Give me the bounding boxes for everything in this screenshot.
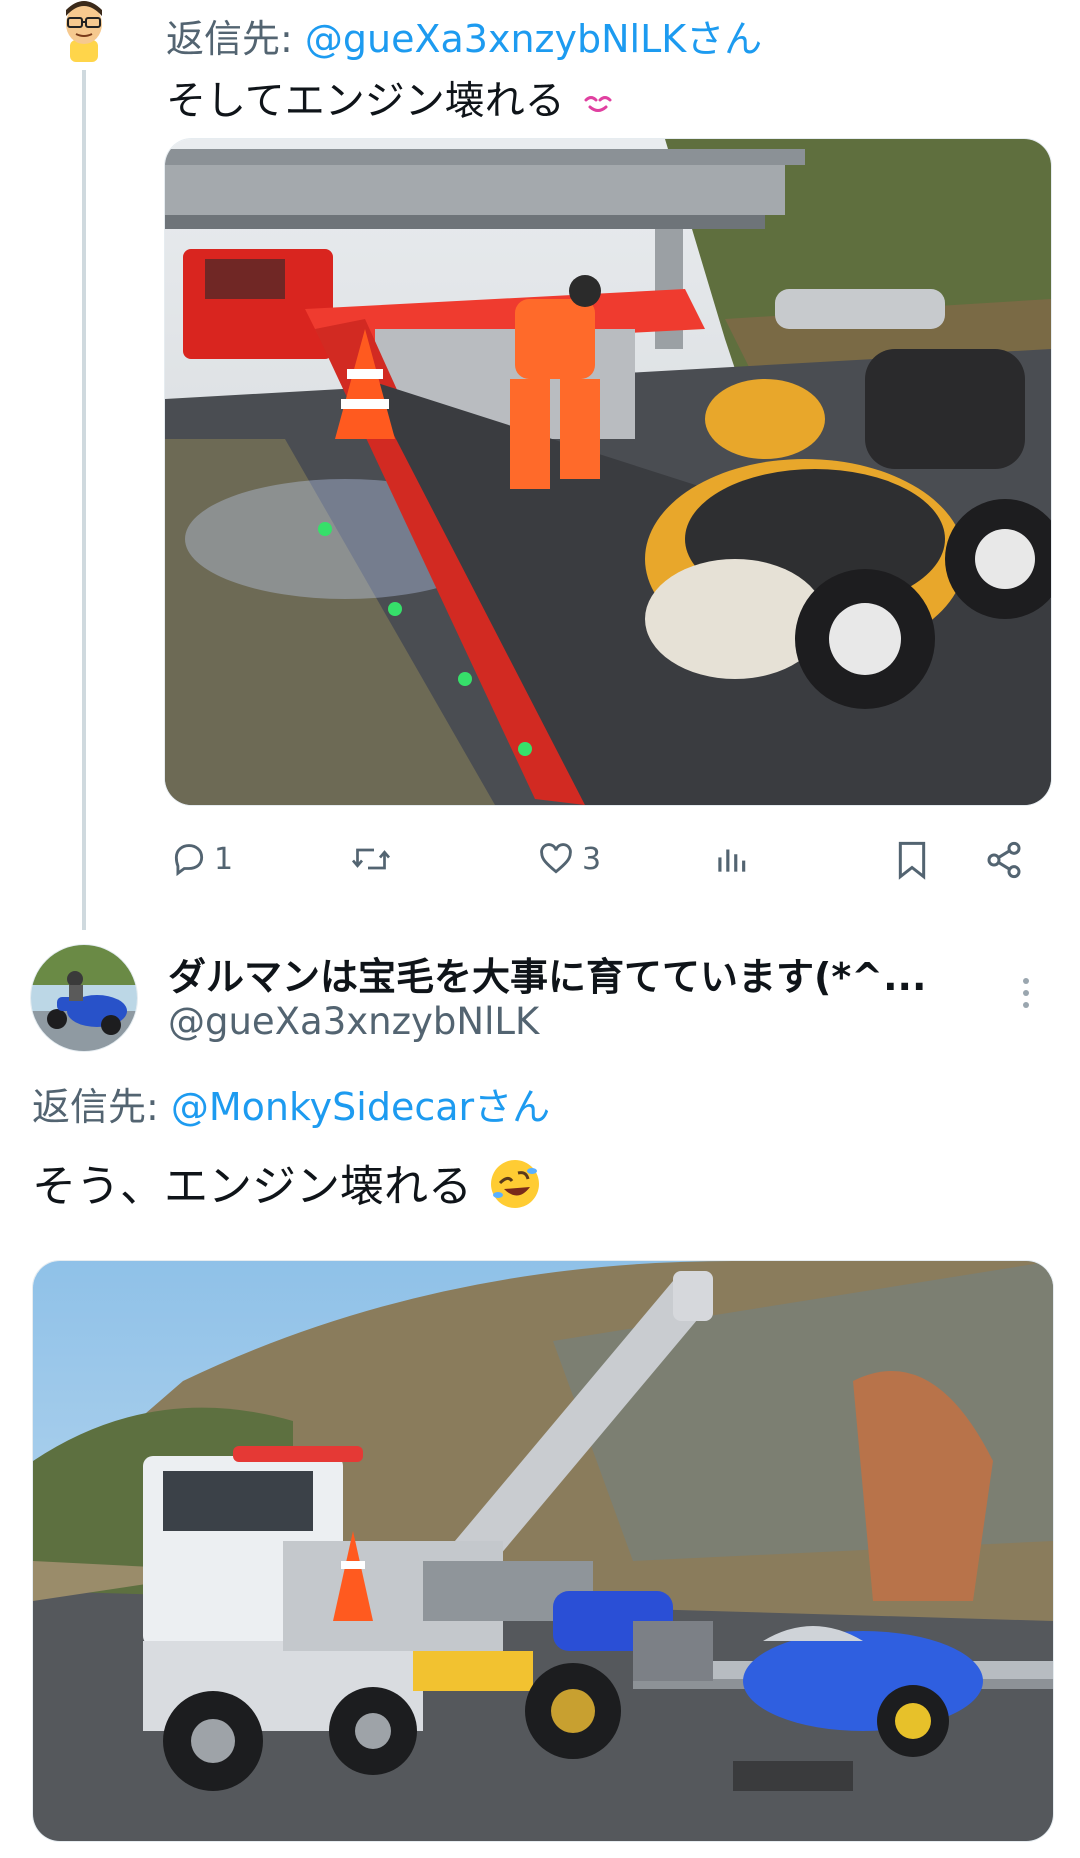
display-name[interactable]: ダルマンは宝毛を大事に育てています(*^...	[168, 946, 926, 1001]
thread-line	[82, 70, 86, 930]
post-text: そう、エンジン壊れる	[32, 1150, 542, 1222]
reply-icon	[170, 840, 208, 878]
more-options-icon[interactable]	[1014, 958, 1038, 1028]
smiling-face-emoji-icon	[582, 80, 614, 126]
retweet-action[interactable]	[350, 840, 398, 878]
reply-to-prefix: 返信先:	[166, 17, 305, 61]
reply-to-handle-link[interactable]: @gueXa3xnzybNlLKさん	[305, 17, 762, 61]
username[interactable]: @gueXa3xnzybNlLK	[168, 1000, 539, 1043]
post-text-content: そう、エンジン壊れる	[32, 1161, 472, 1212]
share-action[interactable]	[984, 840, 1024, 880]
bookmark-action[interactable]	[894, 840, 930, 880]
tow-truck-sidecar-photo[interactable]	[32, 1260, 1054, 1842]
views-chart-icon	[712, 840, 750, 878]
heart-icon	[536, 840, 576, 878]
cartoon-avatar-icon[interactable]	[56, 0, 112, 62]
bookmark-icon	[894, 840, 930, 880]
reply-to-handle-link[interactable]: @MonkySidecarさん	[171, 1085, 550, 1129]
motorcycle-avatar-icon[interactable]	[30, 944, 138, 1052]
tow-truck-photo[interactable]	[164, 138, 1052, 806]
reply-count: 1	[214, 841, 234, 877]
reply-to-prefix: 返信先:	[32, 1085, 171, 1129]
like-action[interactable]: 3	[536, 840, 601, 878]
reply-to-line: 返信先: @gueXa3xnzybNlLKさん	[166, 8, 762, 63]
retweet-icon	[350, 840, 392, 878]
rofl-emoji-icon	[488, 1157, 542, 1222]
views-action[interactable]	[712, 840, 756, 878]
post-text: そしてエンジン壊れる	[166, 68, 614, 126]
like-count: 3	[582, 841, 602, 877]
share-icon	[984, 840, 1024, 880]
reply-action[interactable]: 1	[170, 840, 233, 878]
reply-to-line: 返信先: @MonkySidecarさん	[32, 1076, 550, 1131]
post-text-content: そしてエンジン壊れる	[166, 78, 565, 124]
